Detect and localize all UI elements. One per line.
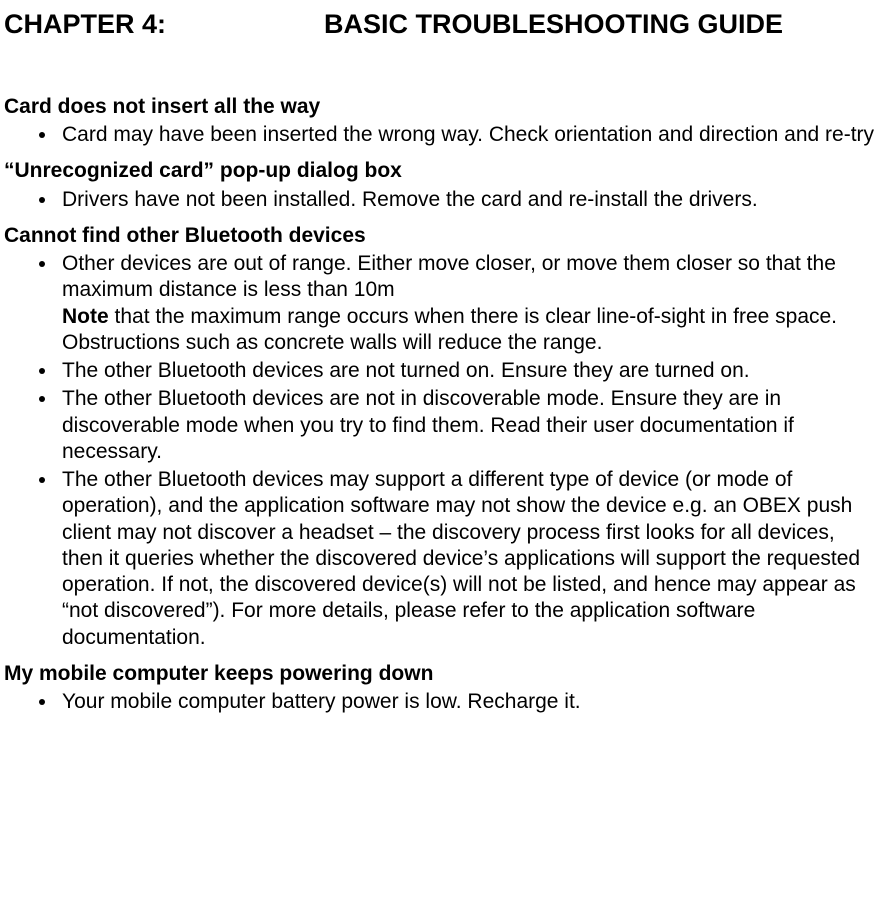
list-item: Drivers have not been installed. Remove …: [58, 187, 878, 213]
list-item-text: The other Bluetooth devices may support …: [62, 468, 860, 649]
list-item: Other devices are out of range. Either m…: [58, 251, 878, 356]
bullet-list: Card may have been inserted the wrong wa…: [4, 122, 878, 148]
chapter-label: CHAPTER 4:: [4, 8, 324, 42]
note-text: that the maximum range occurs when there…: [62, 305, 837, 354]
list-item: The other Bluetooth devices are not turn…: [58, 358, 878, 384]
list-item-text: Your mobile computer battery power is lo…: [62, 690, 581, 713]
note-label: Note: [62, 305, 109, 328]
list-item: The other Bluetooth devices are not in d…: [58, 386, 878, 465]
list-item-text: Card may have been inserted the wrong wa…: [62, 123, 874, 146]
section-heading: My mobile computer keeps powering down: [4, 661, 878, 687]
chapter-header: CHAPTER 4: BASIC TROUBLESHOOTING GUIDE: [4, 8, 878, 42]
list-item: Card may have been inserted the wrong wa…: [58, 122, 878, 148]
list-item-text: Drivers have not been installed. Remove …: [62, 188, 758, 211]
list-item: The other Bluetooth devices may support …: [58, 467, 878, 651]
list-item-text: The other Bluetooth devices are not turn…: [62, 359, 750, 382]
list-item-text: Other devices are out of range. Either m…: [62, 252, 836, 301]
chapter-title: BASIC TROUBLESHOOTING GUIDE: [324, 8, 878, 42]
section-heading: Card does not insert all the way: [4, 94, 878, 120]
section-heading: “Unrecognized card” pop-up dialog box: [4, 158, 878, 184]
list-item: Your mobile computer battery power is lo…: [58, 689, 878, 715]
bullet-list: Your mobile computer battery power is lo…: [4, 689, 878, 715]
list-item-text: The other Bluetooth devices are not in d…: [62, 387, 794, 463]
bullet-list: Other devices are out of range. Either m…: [4, 251, 878, 651]
bullet-list: Drivers have not been installed. Remove …: [4, 187, 878, 213]
section-heading: Cannot find other Bluetooth devices: [4, 223, 878, 249]
